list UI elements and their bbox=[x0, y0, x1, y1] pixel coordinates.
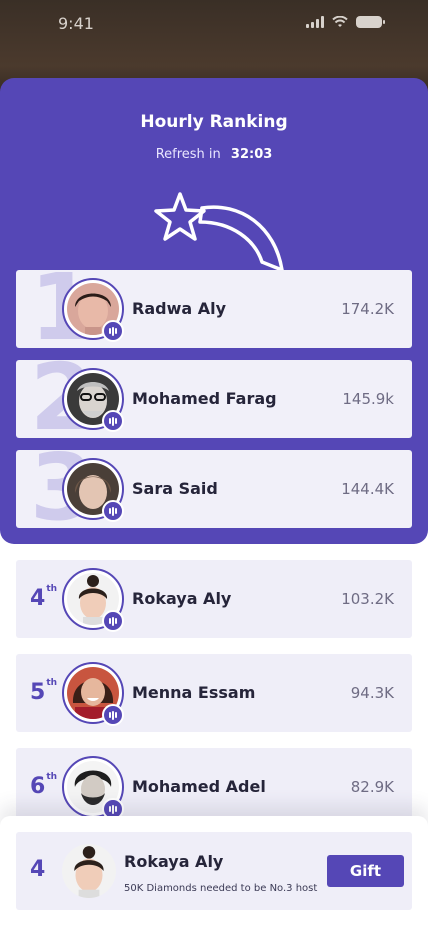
ranking-card-6[interactable]: 6th Mohamed Adel 82.9K bbox=[16, 748, 412, 826]
refresh-label: Refresh in bbox=[155, 147, 221, 162]
user-name: Sara Said bbox=[132, 479, 218, 498]
diamonds-needed-text: 50K Diamonds needed to be No.3 host bbox=[124, 883, 318, 894]
page-title: Hourly Ranking bbox=[140, 112, 288, 132]
ranking-card-3[interactable]: 3 Sara Said 144.4K bbox=[16, 450, 412, 528]
ranking-card-1[interactable]: 1 Radwa Aly 174.2K bbox=[16, 270, 412, 348]
avatar[interactable] bbox=[62, 278, 124, 342]
user-score: 103.2K bbox=[341, 590, 394, 608]
signal-icon bbox=[306, 16, 324, 28]
refresh-countdown: 32:03 bbox=[230, 147, 273, 162]
user-name: Menna Essam bbox=[132, 683, 256, 702]
my-name: Rokaya Aly bbox=[124, 852, 224, 871]
my-avatar[interactable] bbox=[62, 844, 116, 898]
gift-button[interactable]: Gift bbox=[327, 855, 404, 887]
live-badge-icon bbox=[102, 610, 124, 632]
ranking-card-2[interactable]: 2 Mohamed Farag 145.9k bbox=[16, 360, 412, 438]
ranking-card-4[interactable]: 4th Rokaya Aly 103.2K bbox=[16, 560, 412, 638]
live-badge-icon bbox=[102, 704, 124, 726]
user-name: Mohamed Farag bbox=[132, 389, 277, 408]
avatar[interactable] bbox=[62, 662, 124, 726]
status-icons bbox=[306, 16, 385, 28]
live-badge-icon bbox=[102, 320, 124, 342]
battery-icon bbox=[356, 16, 385, 28]
my-rank-number: 4 bbox=[30, 857, 46, 882]
user-score: 144.4K bbox=[341, 480, 394, 498]
ranking-card-5[interactable]: 5th Menna Essam 94.3K bbox=[16, 654, 412, 732]
user-name: Mohamed Adel bbox=[132, 777, 266, 796]
user-score: 82.9K bbox=[350, 778, 394, 796]
rank-number: 5th bbox=[30, 678, 58, 705]
avatar[interactable] bbox=[62, 368, 124, 432]
live-badge-icon bbox=[102, 500, 124, 522]
my-ranking-footer: 4 Rokaya Aly 50K Diamonds needed to be N… bbox=[0, 816, 428, 926]
avatar[interactable] bbox=[62, 458, 124, 522]
avatar[interactable] bbox=[62, 756, 124, 820]
status-bar: 9:41 bbox=[0, 0, 428, 50]
status-time: 9:41 bbox=[58, 14, 94, 33]
wifi-icon bbox=[332, 16, 348, 27]
user-name: Radwa Aly bbox=[132, 299, 227, 318]
my-ranking-card: 4 Rokaya Aly 50K Diamonds needed to be N… bbox=[16, 832, 412, 910]
shooting-star-icon bbox=[154, 192, 284, 272]
refresh-timer: Refresh in 32:03 bbox=[0, 147, 428, 162]
user-score: 94.3K bbox=[350, 684, 394, 702]
rank-number: 4th bbox=[30, 584, 58, 611]
rank-number: 6th bbox=[30, 772, 58, 799]
user-name: Rokaya Aly bbox=[132, 589, 232, 608]
avatar[interactable] bbox=[62, 568, 124, 632]
user-score: 174.2K bbox=[341, 300, 394, 318]
user-score: 145.9k bbox=[342, 390, 394, 408]
live-badge-icon bbox=[102, 410, 124, 432]
